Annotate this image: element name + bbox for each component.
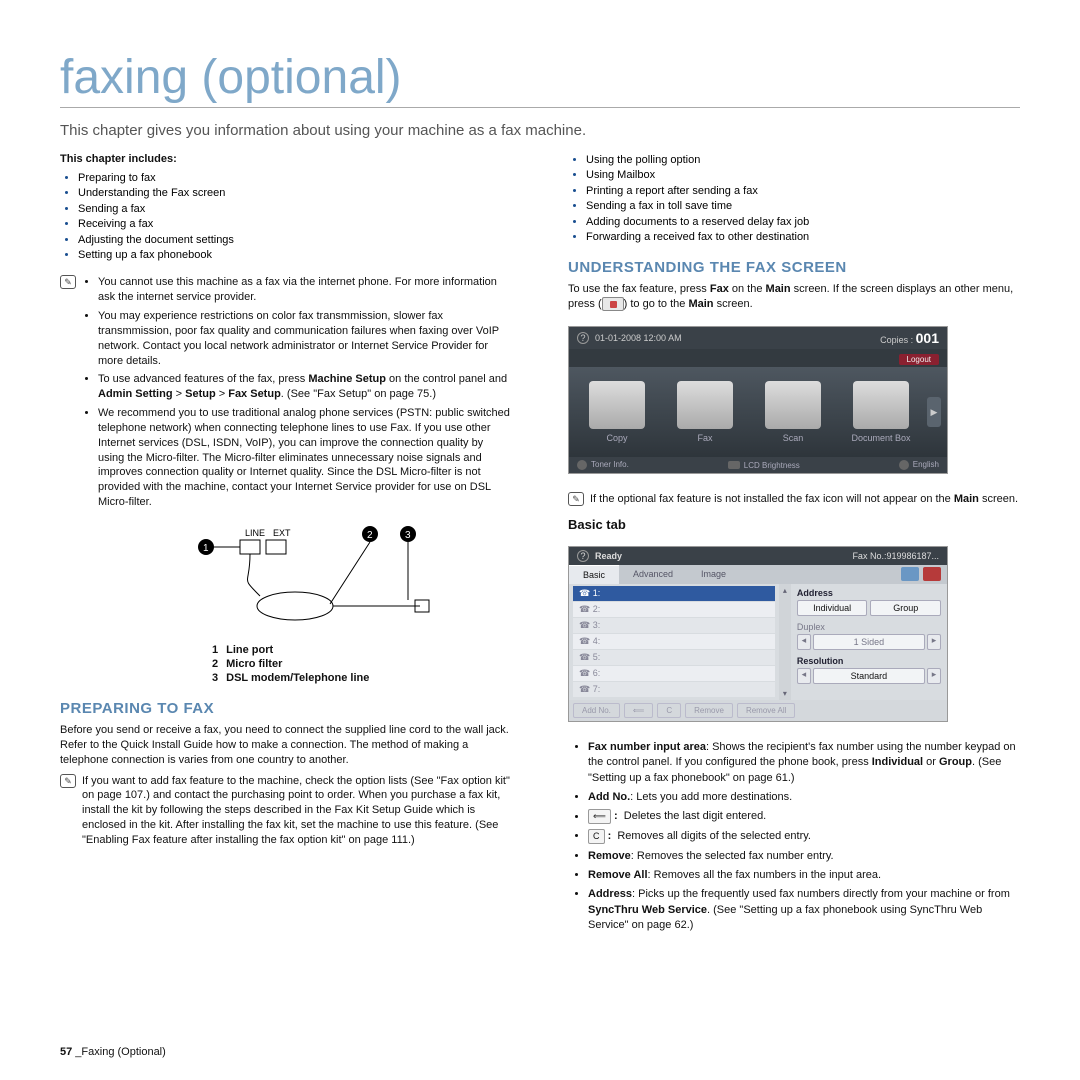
faxno-label: Fax No.:919986187... (852, 551, 939, 561)
svg-text:LINE: LINE (245, 528, 265, 538)
home-button[interactable] (923, 567, 941, 581)
page-subtitle: This chapter gives you information about… (60, 122, 1020, 139)
faxnum-row[interactable]: ☎ 7: (573, 682, 775, 697)
clear-icon: C (588, 829, 605, 844)
note-bullet: You cannot use this machine as a fax via… (98, 275, 512, 305)
resolution-value: Standard (813, 668, 925, 684)
toc-item[interactable]: Using Mailbox (586, 169, 655, 181)
tab-advanced[interactable]: Advanced (619, 565, 687, 583)
clear-button[interactable]: C (657, 703, 681, 718)
toc-right: Using the polling option Using Mailbox P… (568, 153, 1020, 245)
date-label: 01-01-2008 12:00 AM (595, 333, 682, 343)
faxnum-row[interactable]: ☎ 5: (573, 650, 775, 665)
duplex-label: Duplex (797, 622, 941, 632)
page-footer: 57 _Faxing (Optional) (60, 1046, 166, 1058)
tab-basic[interactable]: Basic (569, 565, 619, 584)
help-icon[interactable]: ? (577, 550, 589, 562)
note-icon: ✎ (568, 492, 584, 506)
description-list: Fax number input area: Shows the recipie… (568, 740, 1020, 934)
left-column: This chapter includes: Preparing to fax … (60, 153, 512, 938)
main-screen-screenshot: ? 01-01-2008 12:00 AM Copies : 001 Logout… (568, 326, 948, 474)
toc-item[interactable]: Printing a report after sending a fax (586, 185, 758, 197)
lcd-brightness-button[interactable]: LCD Brightness (728, 461, 800, 470)
main-tile-copy[interactable]: Copy (575, 381, 659, 443)
page-title: faxing (optional) (60, 50, 1020, 108)
individual-button[interactable]: Individual (797, 600, 868, 616)
faxnum-row[interactable]: ☎ 4: (573, 634, 775, 649)
svg-text:EXT: EXT (273, 528, 291, 538)
note-bullet: We recommend you to use traditional anal… (98, 406, 512, 510)
note-block: ✎ If the optional fax feature is not ins… (568, 492, 1020, 507)
note-block: ✎ You cannot use this machine as a fax v… (60, 275, 512, 514)
toc-item[interactable]: Forwarding a received fax to other desti… (586, 231, 809, 243)
prev-arrow-icon[interactable]: ◂ (797, 668, 811, 684)
main-tile-scan[interactable]: Scan (751, 381, 835, 443)
toc-left: Preparing to fax Understanding the Fax s… (60, 171, 512, 263)
note-text: If you want to add fax feature to the ma… (82, 774, 512, 848)
ready-label: Ready (595, 551, 622, 561)
right-column: Using the polling option Using Mailbox P… (568, 153, 1020, 938)
note-bullet: To use advanced features of the fax, pre… (98, 372, 512, 402)
panel-button[interactable] (901, 567, 919, 581)
toc-item[interactable]: Using the polling option (586, 154, 700, 166)
next-arrow-icon[interactable]: ▸ (927, 634, 941, 650)
scroll-down-icon[interactable]: ▾ (779, 689, 791, 698)
faxnum-row-selected[interactable]: ☎ 1: (573, 586, 775, 601)
basic-tab-screenshot: ? Ready Fax No.:919986187... Basic Advanc… (568, 546, 948, 722)
faxnum-row[interactable]: ☎ 3: (573, 618, 775, 633)
tab-image[interactable]: Image (687, 565, 740, 583)
toc-item[interactable]: Setting up a fax phonebook (78, 249, 212, 261)
prev-arrow-icon[interactable]: ◂ (797, 634, 811, 650)
toc-item[interactable]: Adjusting the document settings (78, 234, 234, 246)
note-icon: ✎ (60, 774, 76, 788)
body-text: To use the fax feature, press Fax on the… (568, 282, 1020, 312)
toc-item[interactable]: Understanding the Fax screen (78, 187, 225, 199)
svg-text:2: 2 (367, 530, 373, 541)
addno-button[interactable]: Add No. (573, 703, 620, 718)
section-preparing: PREPARING TO FAX (60, 700, 512, 717)
note-bullet: You may experience restrictions on color… (98, 309, 512, 368)
toner-info-button[interactable]: Toner Info. (577, 460, 629, 470)
main-tile-fax[interactable]: Fax (663, 381, 747, 443)
toc-item[interactable]: Sending a fax in toll save time (586, 200, 732, 212)
home-icon (602, 297, 624, 311)
note-block: ✎ If you want to add fax feature to the … (60, 774, 512, 848)
copies-value: 001 (916, 330, 939, 346)
svg-text:1: 1 (203, 543, 209, 554)
scroll-up-icon[interactable]: ▴ (779, 586, 791, 595)
toc-item[interactable]: Sending a fax (78, 203, 145, 215)
copies-label: Copies : (880, 335, 913, 345)
backspace-icon: ⟸ (588, 809, 611, 824)
faxnum-row[interactable]: ☎ 2: (573, 602, 775, 617)
basic-tab-heading: Basic tab (568, 517, 1020, 532)
toc-item[interactable]: Receiving a fax (78, 218, 153, 230)
section-understanding: UNDERSTANDING THE FAX SCREEN (568, 259, 1020, 276)
toc-item[interactable]: Preparing to fax (78, 172, 156, 184)
content-columns: This chapter includes: Preparing to fax … (60, 153, 1020, 938)
logout-button[interactable]: Logout (899, 354, 939, 365)
body-text: Before you send or receive a fax, you ne… (60, 723, 512, 768)
remove-button[interactable]: Remove (685, 703, 733, 718)
chapter-includes-label: This chapter includes: (60, 153, 512, 165)
wiring-diagram: LINE EXT 1 2 3 (140, 526, 512, 636)
language-button[interactable]: English (899, 460, 939, 470)
diagram-legend: 1Line port 2Micro filter 3DSL modem/Tele… (210, 642, 371, 686)
main-tile-docbox[interactable]: Document Box (839, 381, 923, 443)
next-arrow-icon[interactable]: ▸ (927, 668, 941, 684)
address-label: Address (797, 588, 941, 598)
next-arrow-icon[interactable]: ▶ (927, 397, 941, 427)
note-text: If the optional fax feature is not insta… (590, 492, 1020, 507)
duplex-value: 1 Sided (813, 634, 925, 650)
group-button[interactable]: Group (870, 600, 941, 616)
removeall-button[interactable]: Remove All (737, 703, 795, 718)
note-icon: ✎ (60, 275, 76, 289)
toc-item[interactable]: Adding documents to a reserved delay fax… (586, 216, 809, 228)
help-icon[interactable]: ? (577, 332, 589, 344)
faxnum-row[interactable]: ☎ 6: (573, 666, 775, 681)
resolution-label: Resolution (797, 656, 941, 666)
svg-text:3: 3 (405, 530, 411, 541)
backspace-button[interactable]: ⟸ (624, 703, 653, 718)
